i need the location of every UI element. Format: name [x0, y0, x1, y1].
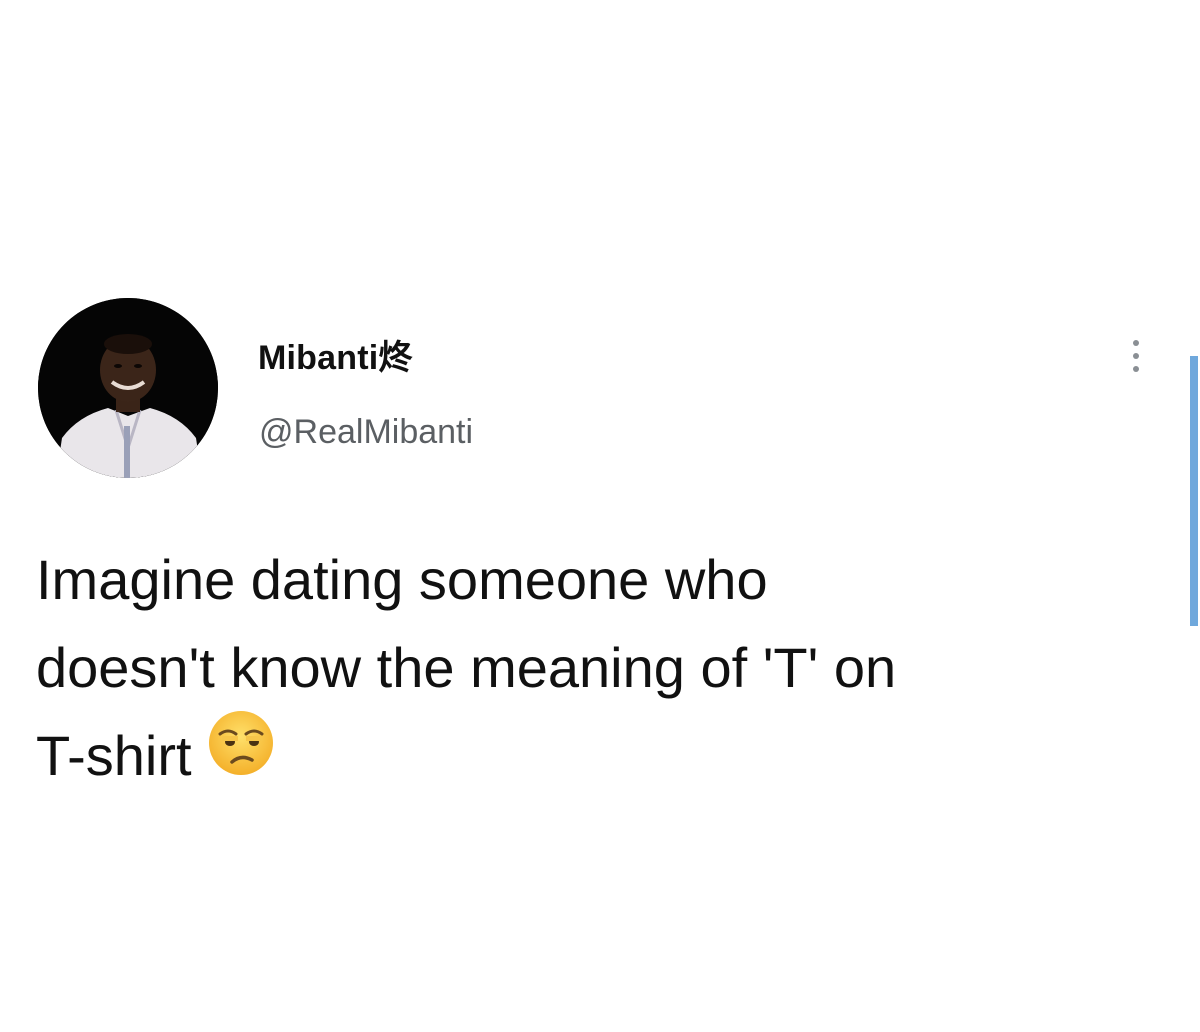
tweet-text: Imagine dating someone who doesn't know …: [36, 536, 1186, 800]
unamused-face-emoji: [206, 708, 276, 803]
menu-dot: [1133, 366, 1139, 372]
author-avatar[interactable]: [38, 298, 218, 478]
more-vertical-icon[interactable]: [1116, 332, 1156, 380]
avatar-photo: [38, 298, 218, 478]
author-display-name[interactable]: Mibanti炵: [258, 330, 413, 379]
tweet-card: Mibanti炵 @RealMibanti Imagine dating som…: [0, 0, 1200, 1032]
tweet-text-line: doesn't know the meaning of 'T' on: [36, 636, 897, 699]
menu-dot: [1133, 340, 1139, 346]
tweet-text-line: T-shirt: [36, 724, 192, 787]
tweet-text-line-last: T-shirt: [36, 710, 1186, 800]
scrollbar[interactable]: [1190, 356, 1198, 626]
menu-dot: [1133, 353, 1139, 359]
author-handle[interactable]: @RealMibanti: [259, 413, 473, 452]
tweet-text-line: Imagine dating someone who: [36, 548, 768, 611]
